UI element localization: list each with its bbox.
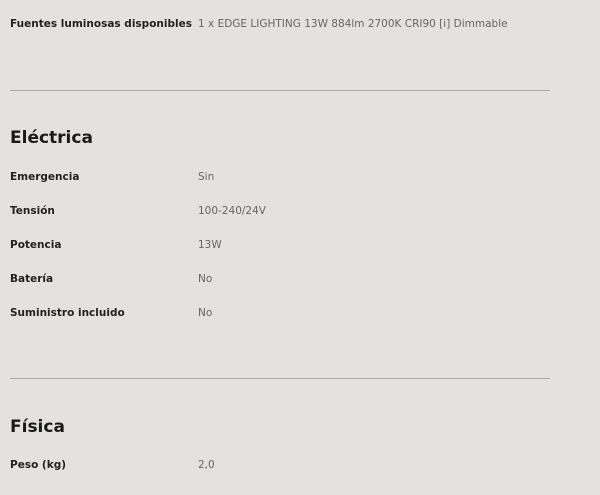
spec-row-peso: Peso (kg) 2,0: [10, 457, 550, 473]
spec-label: Fuentes luminosas disponibles: [10, 18, 192, 30]
spec-label: Suministro incluido: [10, 307, 125, 319]
spec-label: Peso (kg): [10, 459, 67, 471]
spec-row-potencia: Potencia 13W: [10, 237, 550, 253]
spec-value: 2,0: [198, 459, 215, 471]
spec-label: Batería: [10, 273, 54, 285]
section-divider: [10, 90, 550, 91]
section-divider: [10, 378, 550, 379]
product-specs-page: Fuentes luminosas disponibles 1 x EDGE L…: [0, 0, 600, 495]
spec-row-suministro: Suministro incluido No: [10, 305, 550, 321]
spec-value: Sin: [198, 171, 215, 183]
spec-value: No: [198, 273, 213, 285]
spec-row-light-sources: Fuentes luminosas disponibles 1 x EDGE L…: [10, 16, 550, 32]
section-title-electrica: Eléctrica: [10, 128, 93, 148]
spec-value: 100-240/24V: [198, 205, 266, 217]
spec-row-bateria: Batería No: [10, 271, 550, 287]
spec-label: Emergencia: [10, 171, 80, 183]
spec-label: Tensión: [10, 205, 55, 217]
spec-value: 1 x EDGE LIGHTING 13W 884lm 2700K CRI90 …: [198, 18, 508, 30]
spec-row-emergencia: Emergencia Sin: [10, 169, 550, 185]
spec-value: 13W: [198, 239, 222, 251]
section-title-fisica: Física: [10, 417, 65, 437]
spec-label: Potencia: [10, 239, 62, 251]
spec-row-tension: Tensión 100-240/24V: [10, 203, 550, 219]
spec-value: No: [198, 307, 213, 319]
